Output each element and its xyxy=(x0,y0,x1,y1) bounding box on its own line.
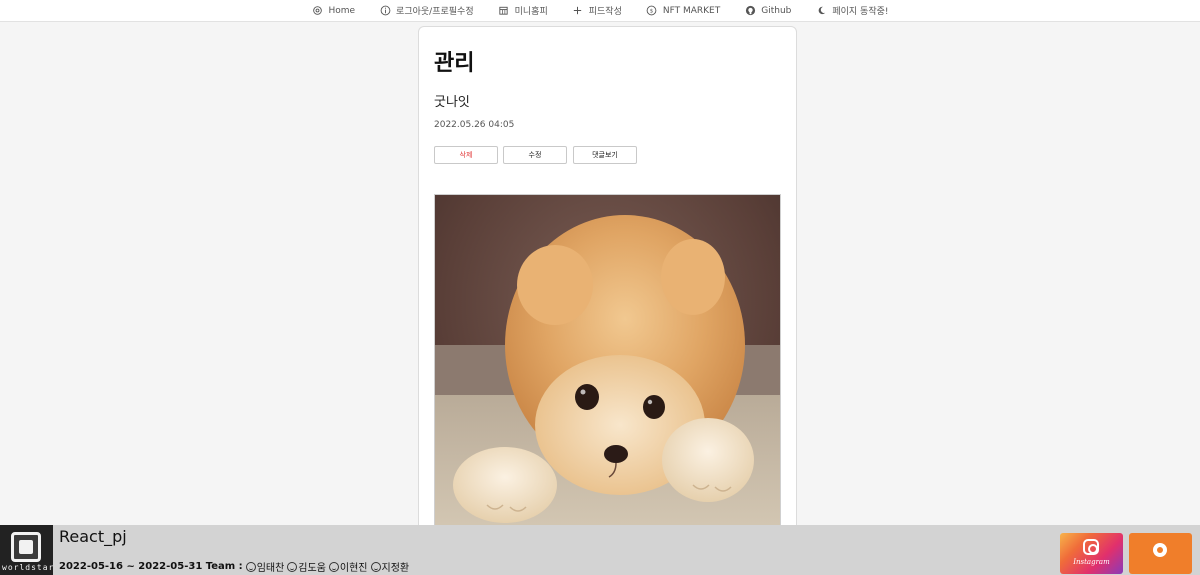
post-date: 2022.05.26 04:05 xyxy=(434,120,515,130)
post-title: 관리 xyxy=(434,51,475,76)
circle-icon xyxy=(1153,543,1167,557)
smile-icon xyxy=(328,561,339,572)
footer-team-info: 2022-05-16 ~ 2022-05-31 Team : 임태찬 김도움 이… xyxy=(59,559,409,574)
team-member: 지정환 xyxy=(370,559,409,574)
nav-nft-market[interactable]: $ NFT MARKET xyxy=(646,5,720,17)
nav-label: NFT MARKET xyxy=(662,5,721,16)
nav-label: Home xyxy=(328,5,356,16)
calendar-icon xyxy=(498,5,510,17)
team-member: 김도움 xyxy=(287,559,326,574)
edit-button[interactable]: 수정 xyxy=(503,146,567,164)
logo-text: worldstar xyxy=(2,563,55,572)
worldstar-logo[interactable]: worldstar xyxy=(0,525,53,575)
nav-home[interactable]: Home xyxy=(311,5,355,17)
nav-label: 미니홈피 xyxy=(514,7,548,17)
nav-write-feed[interactable]: 피드작성 xyxy=(572,4,622,17)
footer-title: React_pj xyxy=(59,527,127,546)
nav-label: Github xyxy=(761,5,792,16)
nav-page-status[interactable]: 페이지 동작중! xyxy=(815,4,889,17)
info-icon xyxy=(379,5,391,17)
team-member: 임태찬 xyxy=(245,559,284,574)
svg-text:$: $ xyxy=(650,9,654,15)
smile-icon xyxy=(370,561,381,572)
post-card: 관리 굿나잇 2022.05.26 04:05 삭제 수정 댓글보기 xyxy=(418,26,797,546)
smile-icon xyxy=(287,561,298,572)
post-body: 굿나잇 xyxy=(434,95,470,110)
top-navbar: Home 로그아웃/프로필수정 미니홈피 피드작성 $ NFT MARKET G… xyxy=(0,0,1200,22)
instagram-icon xyxy=(1083,539,1099,555)
instagram-label: Instagram xyxy=(1073,558,1110,566)
team-period: 2022-05-16 ~ 2022-05-31 Team : xyxy=(59,561,243,572)
post-image xyxy=(434,194,781,545)
orange-link-button[interactable] xyxy=(1129,533,1192,574)
nav-label: 로그아웃/프로필수정 xyxy=(396,7,474,17)
delete-button[interactable]: 삭제 xyxy=(434,146,498,164)
team-member: 이현진 xyxy=(328,559,368,574)
github-icon xyxy=(744,5,756,17)
plus-icon xyxy=(572,5,584,17)
nav-logout-profile[interactable]: 로그아웃/프로필수정 xyxy=(379,4,474,17)
settings-icon xyxy=(311,5,323,17)
nav-label: 페이지 동작중! xyxy=(832,7,889,17)
instagram-button[interactable]: Instagram xyxy=(1060,533,1123,574)
logo-icon xyxy=(11,532,41,562)
moon-icon xyxy=(815,5,827,17)
coin-icon: $ xyxy=(646,5,658,17)
smile-icon xyxy=(245,561,256,572)
view-comments-button[interactable]: 댓글보기 xyxy=(573,146,637,164)
nav-minihompy[interactable]: 미니홈피 xyxy=(498,4,548,17)
nav-github[interactable]: Github xyxy=(744,5,791,17)
nav-label: 피드작성 xyxy=(588,7,622,17)
footer: worldstar React_pj 2022-05-16 ~ 2022-05-… xyxy=(0,525,1200,575)
